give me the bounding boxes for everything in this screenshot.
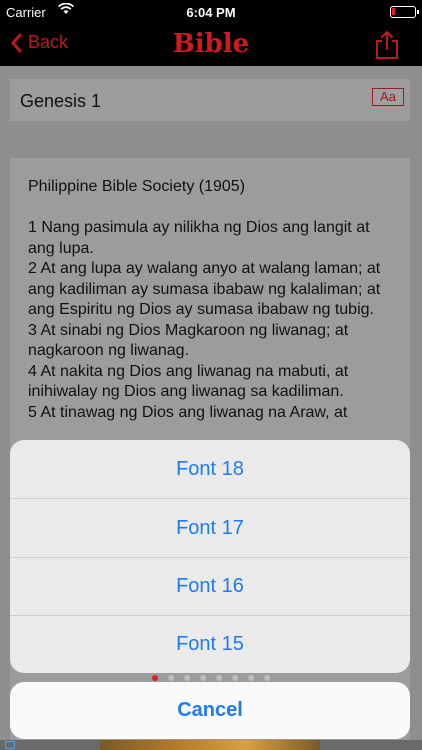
font-size-button[interactable]: Aa bbox=[372, 88, 404, 106]
chapter-selector[interactable]: Genesis 1 Aa bbox=[10, 79, 410, 121]
page-dot bbox=[264, 675, 270, 681]
font-action-sheet: Font 18 Font 17 Font 16 Font 15 bbox=[10, 440, 410, 673]
battery-icon bbox=[390, 6, 419, 18]
verse-3: 3 At sinabi ng Dios Magkaroon ng liwanag… bbox=[28, 321, 349, 360]
page-dot bbox=[232, 675, 238, 681]
back-label: Back bbox=[28, 32, 69, 52]
page-dot bbox=[248, 675, 254, 681]
cancel-button[interactable]: Cancel bbox=[10, 682, 410, 739]
page-indicator bbox=[0, 675, 422, 681]
font-18-option[interactable]: Font 18 bbox=[10, 440, 410, 498]
font-15-option[interactable]: Font 15 bbox=[10, 615, 410, 673]
verse-list: 1 Nang pasimula ay nilikha ng Dios ang l… bbox=[28, 218, 400, 423]
font-16-option[interactable]: Font 16 bbox=[10, 557, 410, 615]
bible-version: Philippine Bible Society (1905) bbox=[28, 178, 246, 195]
verse-5: 5 At tinawag ng Dios ang liwanag na Araw… bbox=[28, 403, 348, 421]
chapter-label: Genesis 1 bbox=[20, 91, 102, 111]
ad-banner[interactable] bbox=[0, 740, 422, 750]
verse-2: 2 At ang lupa ay walang anyo at walang l… bbox=[28, 260, 381, 318]
verse-4: 4 At nakita ng Dios ang liwanag na mabut… bbox=[28, 362, 349, 401]
share-button[interactable] bbox=[374, 30, 400, 60]
page-dot bbox=[216, 675, 222, 681]
page-dot bbox=[168, 675, 174, 681]
verse-1: 1 Nang pasimula ay nilikha ng Dios ang l… bbox=[28, 219, 370, 257]
page-dot bbox=[184, 675, 190, 681]
status-bar: Carrier 6:04 PM bbox=[0, 0, 422, 24]
nav-bar: Back Bible bbox=[0, 24, 422, 66]
ad-image bbox=[100, 740, 320, 750]
ad-info-icon[interactable] bbox=[5, 741, 15, 749]
page-dot bbox=[200, 675, 206, 681]
back-button[interactable]: Back bbox=[10, 32, 68, 53]
page-dot bbox=[152, 675, 158, 681]
font-17-option[interactable]: Font 17 bbox=[10, 499, 410, 557]
chevron-left-icon bbox=[11, 33, 22, 52]
clock: 6:04 PM bbox=[186, 5, 236, 20]
share-icon bbox=[376, 31, 398, 59]
